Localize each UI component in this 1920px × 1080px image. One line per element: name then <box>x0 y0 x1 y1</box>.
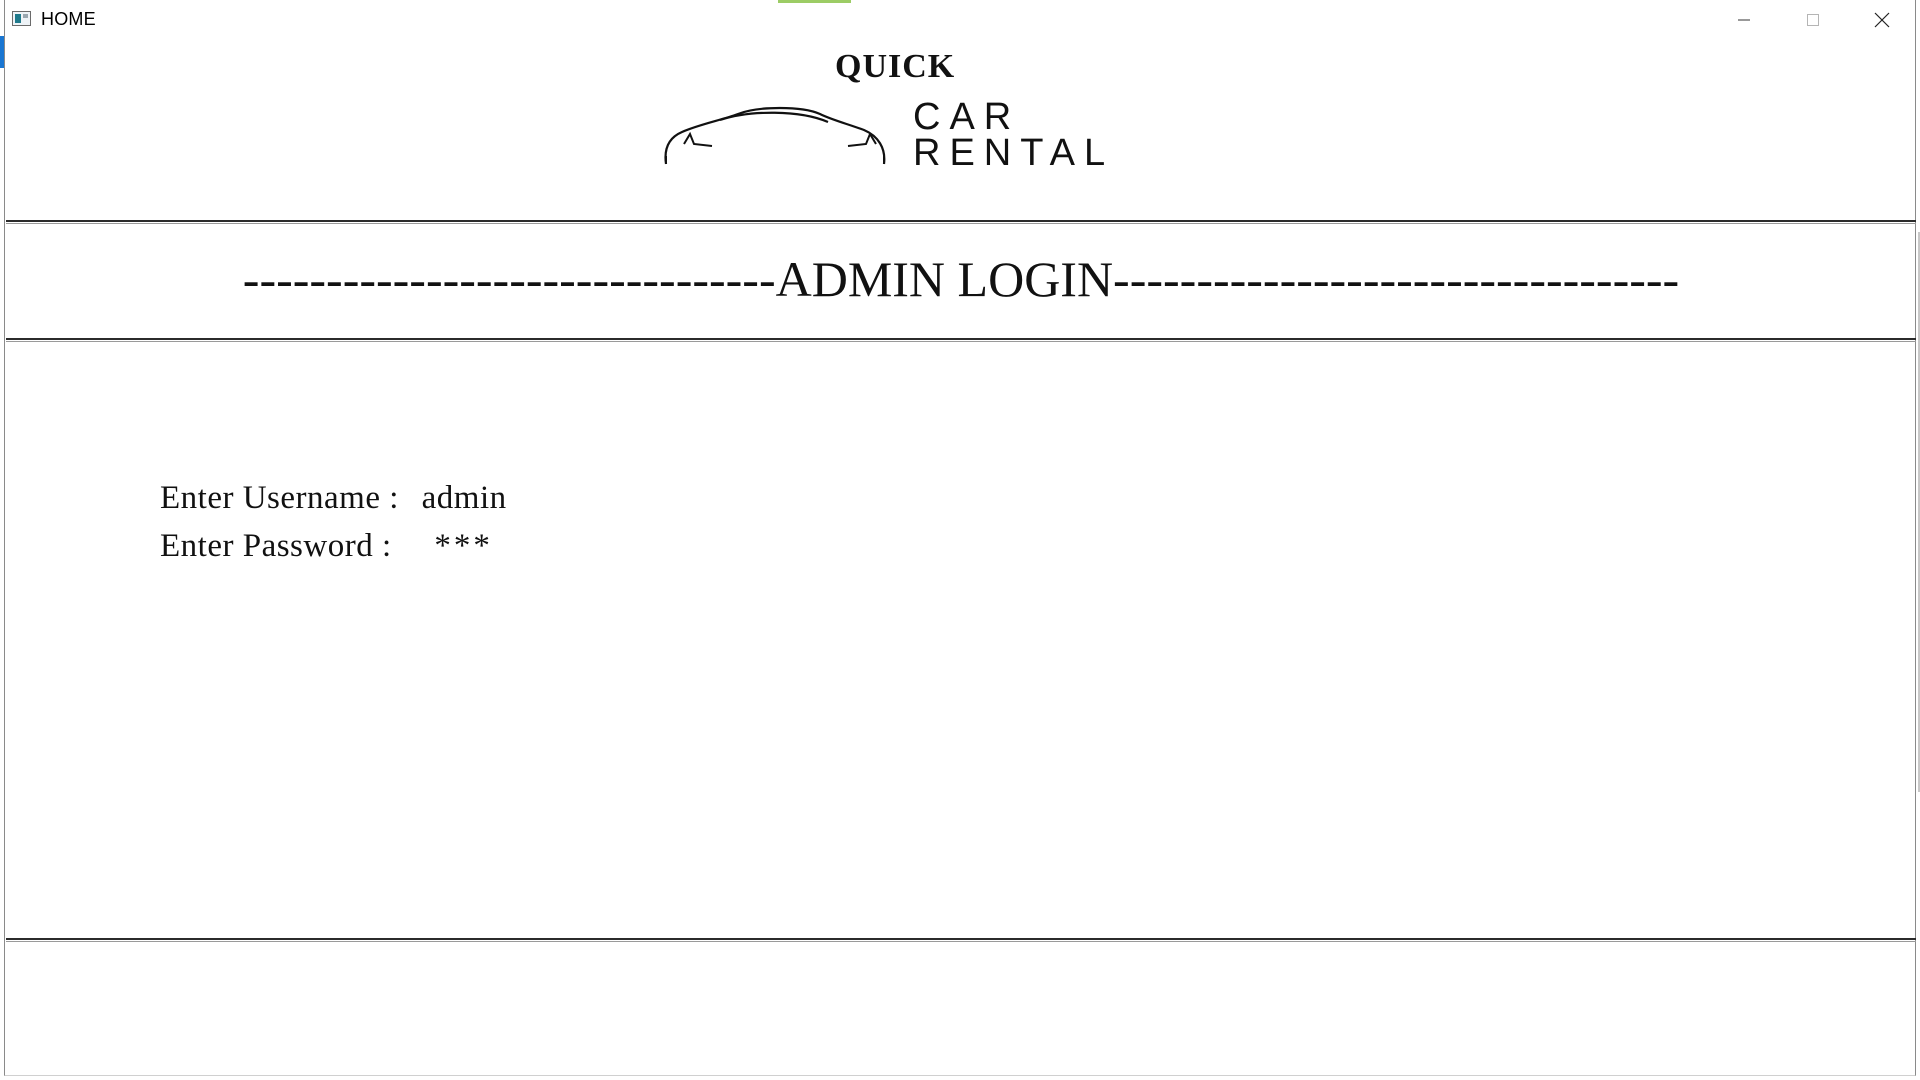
divider-top <box>6 220 1916 224</box>
app-window-icon <box>12 11 31 26</box>
username-field[interactable]: admin <box>422 480 507 517</box>
minimize-button[interactable] <box>1709 0 1778 40</box>
logo-rental-text: RENTAL <box>913 132 1115 174</box>
password-label: Enter Password : <box>160 528 392 564</box>
close-icon <box>1874 12 1889 28</box>
title-bar[interactable]: HOME <box>5 0 1915 40</box>
close-button[interactable] <box>1847 0 1916 40</box>
quick-car-rental-logo: QUICK CAR RENTAL <box>645 48 1165 178</box>
logo-quick-text: QUICK <box>835 48 956 85</box>
admin-login-heading: --------------------------------ADMIN LO… <box>242 251 1680 307</box>
maximize-button[interactable] <box>1778 0 1847 40</box>
password-field[interactable]: *** <box>434 528 493 565</box>
username-label: Enter Username : <box>160 480 399 516</box>
password-row: Enter Password : *** <box>160 528 493 565</box>
minimize-icon <box>1737 19 1750 21</box>
car-outline-icon <box>664 106 886 165</box>
divider-bottom <box>6 938 1916 942</box>
maximize-icon <box>1806 14 1819 26</box>
divider-middle <box>6 338 1916 342</box>
window-title: HOME <box>41 9 96 29</box>
app-window: HOME QUICK CAR RENTAL ------------------… <box>4 0 1920 1076</box>
username-row: Enter Username : admin <box>160 480 507 517</box>
logo-car-text: CAR <box>913 96 1021 138</box>
window-accent-bar <box>778 0 851 3</box>
